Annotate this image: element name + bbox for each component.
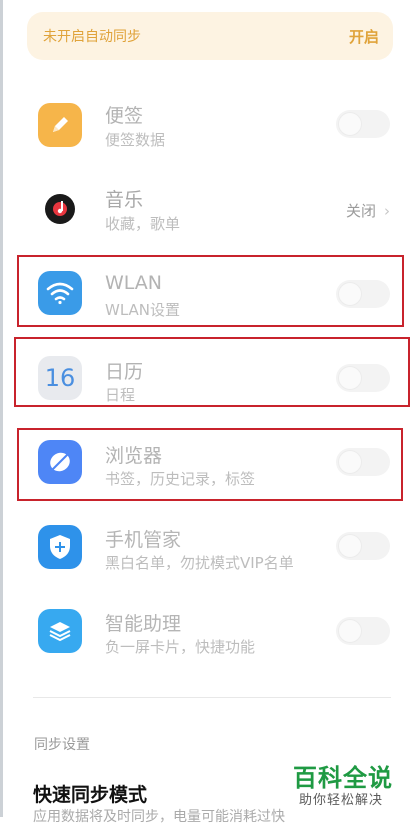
item-subtitle: 便签数据 <box>105 131 166 149</box>
auto-sync-banner[interactable]: 未开启自动同步 开启 <box>27 12 393 60</box>
highlight-box-wlan <box>17 255 404 327</box>
music-disc-icon <box>38 187 82 231</box>
layers-icon <box>38 609 82 653</box>
enable-sync-button[interactable]: 开启 <box>349 26 379 47</box>
shield-plus-icon <box>38 525 82 569</box>
item-title: 手机管家 <box>105 529 182 551</box>
highlight-box-calendar <box>14 337 410 407</box>
pencil-note-icon <box>38 103 82 147</box>
status-label: 关闭 <box>345 202 376 220</box>
sync-item-security[interactable]: 手机管家 黑白名单，勿扰模式VIP名单 <box>0 505 416 589</box>
item-title: 便签 <box>105 105 144 127</box>
auto-sync-status: 未开启自动同步 <box>43 29 141 45</box>
highlight-box-browser <box>17 428 403 501</box>
item-title: 音乐 <box>105 189 144 211</box>
item-subtitle: 负一屏卡片，快捷功能 <box>105 638 256 656</box>
item-title: 智能助理 <box>105 613 182 635</box>
sync-toggle[interactable] <box>336 617 390 645</box>
quick-sync-subtitle: 应用数据将及时同步，电量可能消耗过快 <box>33 809 285 825</box>
watermark-subtitle: 助你轻松解决 <box>299 793 384 808</box>
sync-toggle[interactable] <box>336 110 390 138</box>
sync-item-assistant[interactable]: 智能助理 负一屏卡片，快捷功能 <box>0 589 416 673</box>
item-subtitle: 收藏，歌单 <box>105 215 181 233</box>
item-subtitle: 黑白名单，勿扰模式VIP名单 <box>105 554 294 572</box>
section-divider <box>33 697 391 698</box>
music-status[interactable]: 关闭 › <box>346 200 390 221</box>
quick-sync-title: 快速同步模式 <box>33 784 148 806</box>
sync-item-notes[interactable]: 便签 便签数据 <box>0 83 416 167</box>
sync-item-music[interactable]: 音乐 收藏，歌单 关闭 › <box>0 167 416 251</box>
chevron-right-icon: › <box>384 202 390 220</box>
section-label: 同步设置 <box>34 737 90 753</box>
watermark-title: 百科全说 <box>293 764 393 792</box>
sync-toggle[interactable] <box>336 532 390 560</box>
